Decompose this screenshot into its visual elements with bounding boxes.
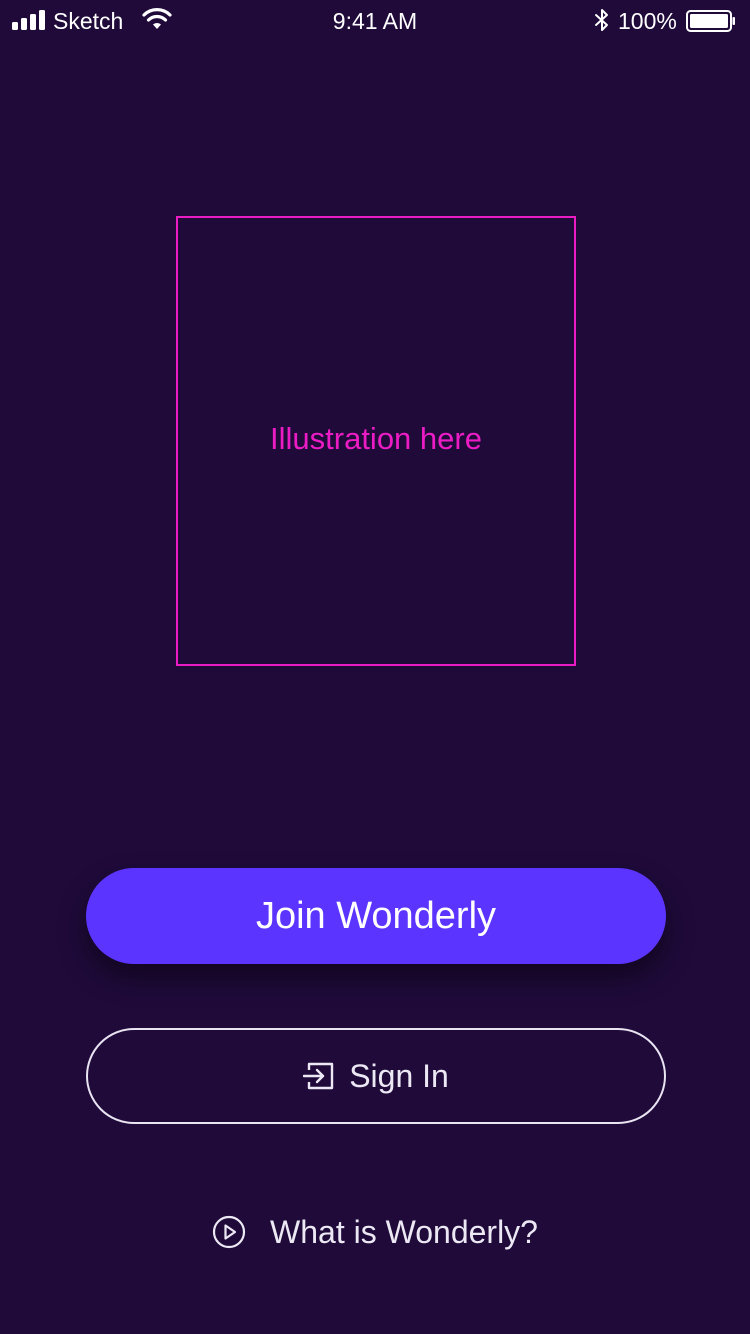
sign-in-button[interactable]: Sign In: [86, 1028, 666, 1124]
what-is-wonderly-link[interactable]: What is Wonderly?: [0, 1206, 750, 1258]
sign-in-button-label: Sign In: [349, 1057, 449, 1094]
sign-in-icon: [303, 1061, 335, 1091]
battery-icon: [686, 10, 736, 32]
join-button[interactable]: Join Wonderly: [86, 868, 666, 964]
status-bar: Sketch 9:41 AM 100%: [0, 0, 750, 40]
join-button-label: Join Wonderly: [255, 894, 497, 937]
illustration-label: Illustration here: [270, 421, 482, 456]
bluetooth-icon: [594, 8, 610, 32]
what-is-wonderly-label: What is Wonderly?: [270, 1213, 538, 1250]
play-circle-icon: [212, 1215, 246, 1249]
battery-percent: 100%: [618, 8, 677, 34]
illustration-placeholder: Illustration here: [176, 216, 576, 666]
